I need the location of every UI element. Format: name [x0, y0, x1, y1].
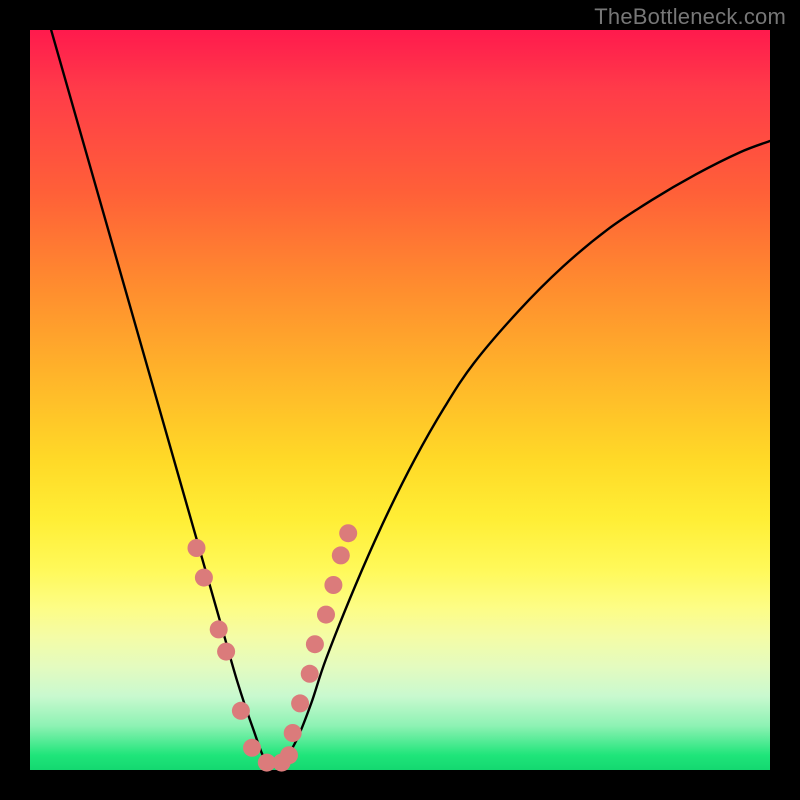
curve-marker	[324, 576, 342, 594]
curve-marker	[332, 546, 350, 564]
marker-group	[188, 524, 358, 771]
watermark-text: TheBottleneck.com	[594, 4, 786, 30]
curve-marker	[232, 702, 250, 720]
outer-frame: TheBottleneck.com	[0, 0, 800, 800]
curve-marker	[195, 569, 213, 587]
curve-marker	[339, 524, 357, 542]
curve-marker	[280, 746, 298, 764]
curve-marker	[317, 606, 335, 624]
plot-area	[30, 30, 770, 770]
curve-marker	[243, 739, 261, 757]
curve-marker	[210, 620, 228, 638]
curve-marker	[301, 665, 319, 683]
chart-svg	[30, 30, 770, 770]
bottleneck-curve	[30, 0, 770, 766]
curve-marker	[291, 694, 309, 712]
curve-marker	[188, 539, 206, 557]
curve-marker	[217, 643, 235, 661]
curve-marker	[284, 724, 302, 742]
curve-marker	[306, 635, 324, 653]
